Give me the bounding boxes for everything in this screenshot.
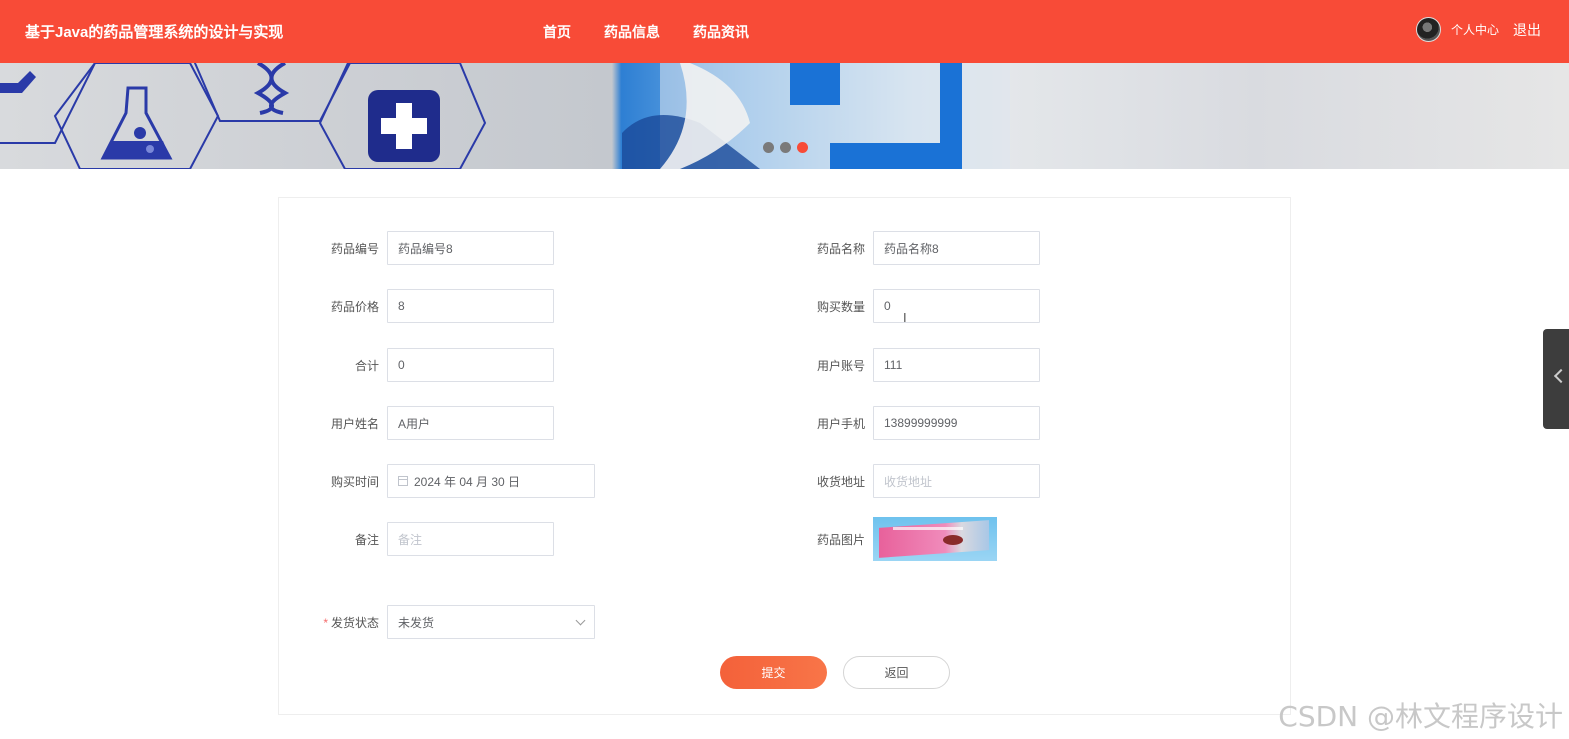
field-user-name: 用户姓名 A用户 [287,406,554,440]
site-title: 基于Java的药品管理系统的设计与实现 [25,24,284,41]
field-drug-image: 药品图片 [773,517,997,561]
ship-status-value: 未发货 [398,615,435,630]
drug-box-label-graphic [893,527,963,530]
field-buy-time: 购买时间 2024 年 04 月 30 日 [287,464,595,498]
nav-drug-info[interactable]: 药品信息 [604,22,660,42]
carousel-dot-1[interactable] [763,142,774,153]
user-account-input[interactable]: 111 [873,348,1040,382]
drug-name-input[interactable]: 药品名称8 [873,231,1040,265]
address-input[interactable]: 收货地址 [873,464,1040,498]
user-phone-label: 用户手机 [816,416,865,431]
calendar-icon [398,476,408,486]
field-remark: 备注 备注 [287,522,554,556]
user-center-link[interactable]: 个人中心 [1451,21,1499,38]
address-label: 收货地址 [816,474,865,489]
field-drug-code: 药品编号 药品编号8 [287,231,554,265]
drug-name-label: 药品名称 [816,241,865,256]
buy-time-label: 购买时间 [330,474,379,489]
drug-code-input[interactable]: 药品编号8 [387,231,554,265]
logout-link[interactable]: 退出 [1513,20,1541,40]
user-phone-input[interactable]: 13899999999 [873,406,1040,440]
buy-quantity-label: 购买数量 [816,299,865,314]
buy-time-picker[interactable]: 2024 年 04 月 30 日 [387,464,595,498]
field-total: 合计 0 [287,348,554,382]
ship-status-label-text: 发货状态 [330,615,379,630]
chevron-down-icon [575,615,586,625]
field-address: 收货地址 收货地址 [773,464,1040,498]
submit-button[interactable]: 提交 [720,656,827,689]
main-nav: 首页 药品信息 药品资讯 [543,22,749,42]
drug-image[interactable] [873,517,997,561]
drug-price-input[interactable]: 8 [387,289,554,323]
drug-image-label: 药品图片 [816,532,865,547]
carousel-dots [763,142,808,153]
user-name-input[interactable]: A用户 [387,406,554,440]
user-account-label: 用户账号 [816,358,865,373]
drug-box-graphic [879,520,989,558]
field-user-account: 用户账号 111 [773,348,1040,382]
ship-status-select[interactable]: 未发货 [387,605,595,639]
avatar[interactable] [1415,17,1441,42]
drug-code-label: 药品编号 [330,241,379,256]
remark-label: 备注 [354,532,379,547]
side-collapse-tab[interactable] [1543,329,1569,429]
field-drug-name: 药品名称 药品名称8 [773,231,1040,265]
field-drug-price: 药品价格 8 [287,289,554,323]
total-input[interactable]: 0 [387,348,554,382]
nav-home[interactable]: 首页 [543,22,571,42]
ship-status-label: * 发货状态 [287,614,387,631]
top-navbar: 基于Java的药品管理系统的设计与实现 首页 药品信息 药品资讯 个人中心 退出 [0,0,1569,63]
user-area: 个人中心 退出 [1415,17,1541,42]
user-name-label: 用户姓名 [330,416,379,431]
carousel-dot-2[interactable] [780,142,791,153]
banner-carousel [0,63,1569,169]
required-mark: * [323,615,328,630]
drug-price-label: 药品价格 [330,299,379,314]
drug-box-fruit-graphic [943,535,963,545]
order-form: 药品编号 药品编号8 药品名称 药品名称8 药品价格 8 购买数量 0 合计 0… [278,197,1291,715]
buy-time-value: 2024 年 04 月 30 日 [414,474,521,489]
carousel-dot-3[interactable] [797,142,808,153]
field-user-phone: 用户手机 13899999999 [773,406,1040,440]
buy-quantity-input[interactable]: 0 [873,289,1040,323]
chevron-left-icon [1553,368,1569,384]
watermark: CSDN @林文程序设计 [1278,700,1563,733]
remark-input[interactable]: 备注 [387,522,554,556]
total-label: 合计 [354,358,379,373]
nav-drug-news[interactable]: 药品资讯 [693,22,749,42]
banner-illustration [0,63,1010,169]
back-button[interactable]: 返回 [843,656,950,689]
text-cursor-icon: I [903,310,907,325]
field-ship-status: * 发货状态 未发货 [287,605,595,639]
